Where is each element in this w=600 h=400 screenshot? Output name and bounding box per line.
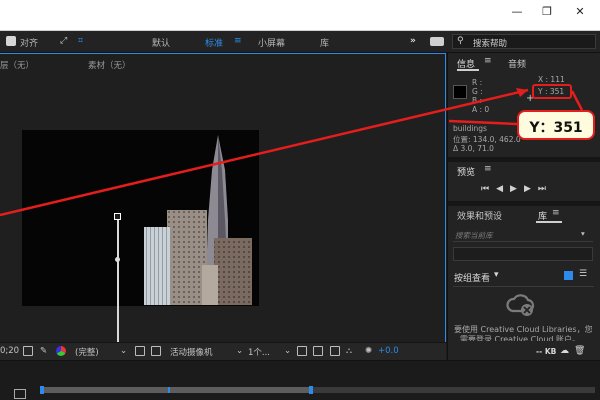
callout-text: Y：351	[529, 120, 583, 136]
annotation-overlay	[0, 88, 584, 217]
annotation-line	[448, 119, 518, 126]
annotation-line	[570, 90, 584, 111]
annotation-callout: Y：351	[517, 110, 595, 140]
annotation-line	[0, 88, 529, 217]
y-readout-highlight	[532, 84, 572, 99]
